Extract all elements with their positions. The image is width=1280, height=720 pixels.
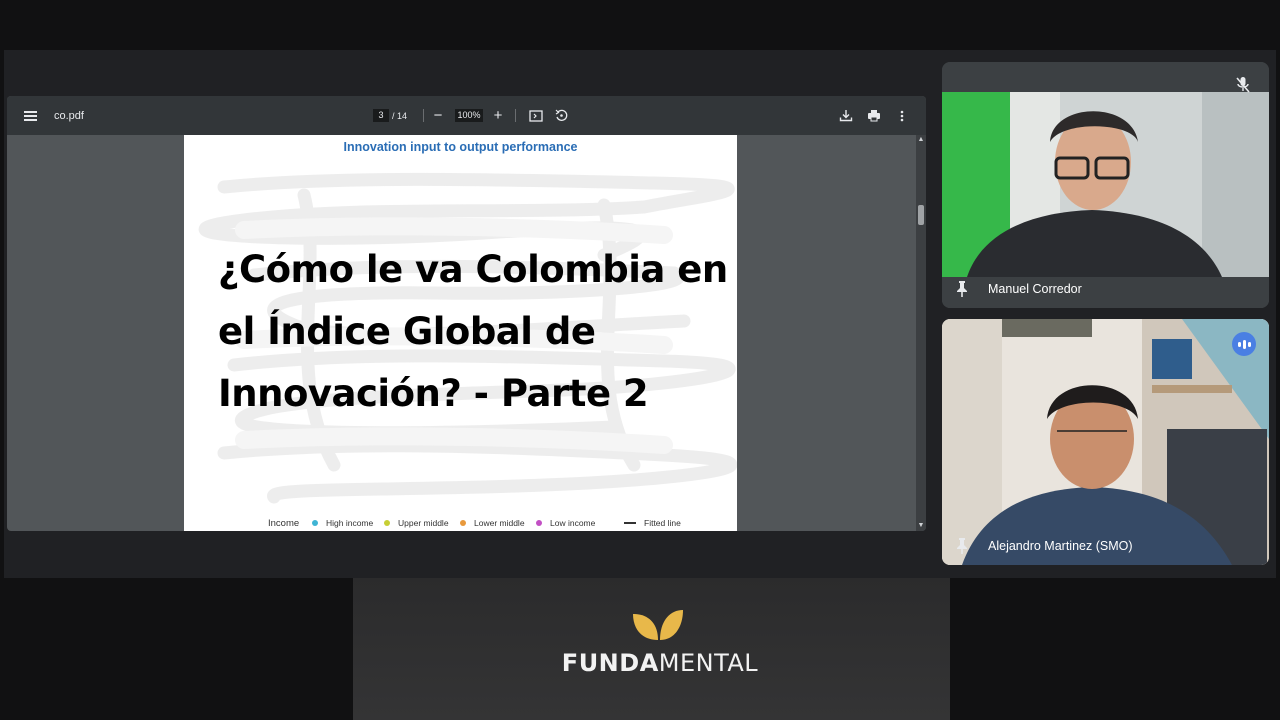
pin-icon[interactable] (954, 280, 970, 298)
menu-button[interactable] (19, 96, 41, 135)
legend-swatch (460, 520, 466, 526)
pin-icon[interactable] (954, 537, 970, 555)
brand-bar: FUNDAMENTAL (353, 578, 950, 720)
participant-tile[interactable]: Alejandro Martinez (SMO) (942, 319, 1269, 565)
page-total: / 14 (392, 110, 408, 121)
page-number-input[interactable]: 3 (373, 109, 389, 122)
video-title-overlay: ¿Cómo le va Colombia en el Índice Global… (218, 248, 728, 415)
legend-swatch (384, 520, 390, 526)
speaking-indicator-icon (1232, 332, 1256, 356)
menu-icon (23, 110, 37, 121)
legend-label: Upper middle (398, 518, 449, 528)
print-button[interactable] (864, 96, 884, 135)
print-icon (868, 110, 880, 122)
brand-name-bold: FUNDA (561, 649, 659, 677)
pdf-scrollbar[interactable]: ▲ ▼ (916, 135, 926, 531)
pdf-toolbar: co.pdf 3 / 14 − 100% + (7, 96, 926, 135)
legend-item: Upper middle (384, 518, 449, 528)
legend-swatch (312, 520, 318, 526)
participant-name: Manuel Corredor (988, 282, 1082, 296)
more-options-button[interactable] (892, 96, 912, 135)
toolbar-divider (423, 109, 424, 122)
legend-label: Low income (550, 518, 596, 528)
download-button[interactable] (836, 96, 856, 135)
toolbar-divider (515, 109, 516, 122)
file-name: co.pdf (54, 109, 84, 122)
chart-legend: Income High income Upper middle Lower mi… (184, 516, 737, 530)
legend-item: Low income (536, 518, 595, 528)
legend-swatch (536, 520, 542, 526)
participant-name: Alejandro Martinez (SMO) (988, 539, 1133, 553)
brand-name: FUNDAMENTAL (353, 649, 967, 677)
brand-name-light: MENTAL (658, 649, 759, 677)
download-icon (839, 110, 853, 122)
leaf-logo-icon (633, 610, 683, 640)
scroll-down-icon[interactable]: ▼ (917, 522, 925, 530)
pdf-page: Innovation input to output performance ¿… (184, 135, 737, 531)
participant-video (942, 319, 1269, 565)
scroll-thumb[interactable] (918, 205, 924, 225)
legend-label: Lower middle (474, 518, 525, 528)
legend-item: High income (312, 518, 373, 528)
legend-item: Fitted line (624, 518, 681, 528)
scroll-up-icon[interactable]: ▲ (917, 136, 925, 144)
zoom-in-button[interactable]: + (489, 96, 507, 135)
participant-video (942, 62, 1269, 308)
legend-item: Lower middle (460, 518, 525, 528)
mic-off-icon (1236, 77, 1250, 93)
rotate-icon (555, 109, 567, 121)
fit-page-icon (529, 109, 543, 122)
fit-page-button[interactable] (526, 96, 546, 135)
more-vert-icon (900, 110, 904, 121)
zoom-level-input[interactable]: 100% (455, 109, 483, 122)
participant-tile[interactable]: Manuel Corredor (942, 62, 1269, 308)
rotate-button[interactable] (551, 96, 571, 135)
legend-title: Income (268, 517, 300, 529)
legend-label: Fitted line (644, 518, 681, 528)
zoom-out-button[interactable]: − (429, 96, 447, 135)
legend-swatch (624, 522, 636, 524)
pdf-viewer: co.pdf 3 / 14 − 100% + Innovation input … (7, 96, 926, 531)
legend-label: High income (326, 518, 374, 528)
